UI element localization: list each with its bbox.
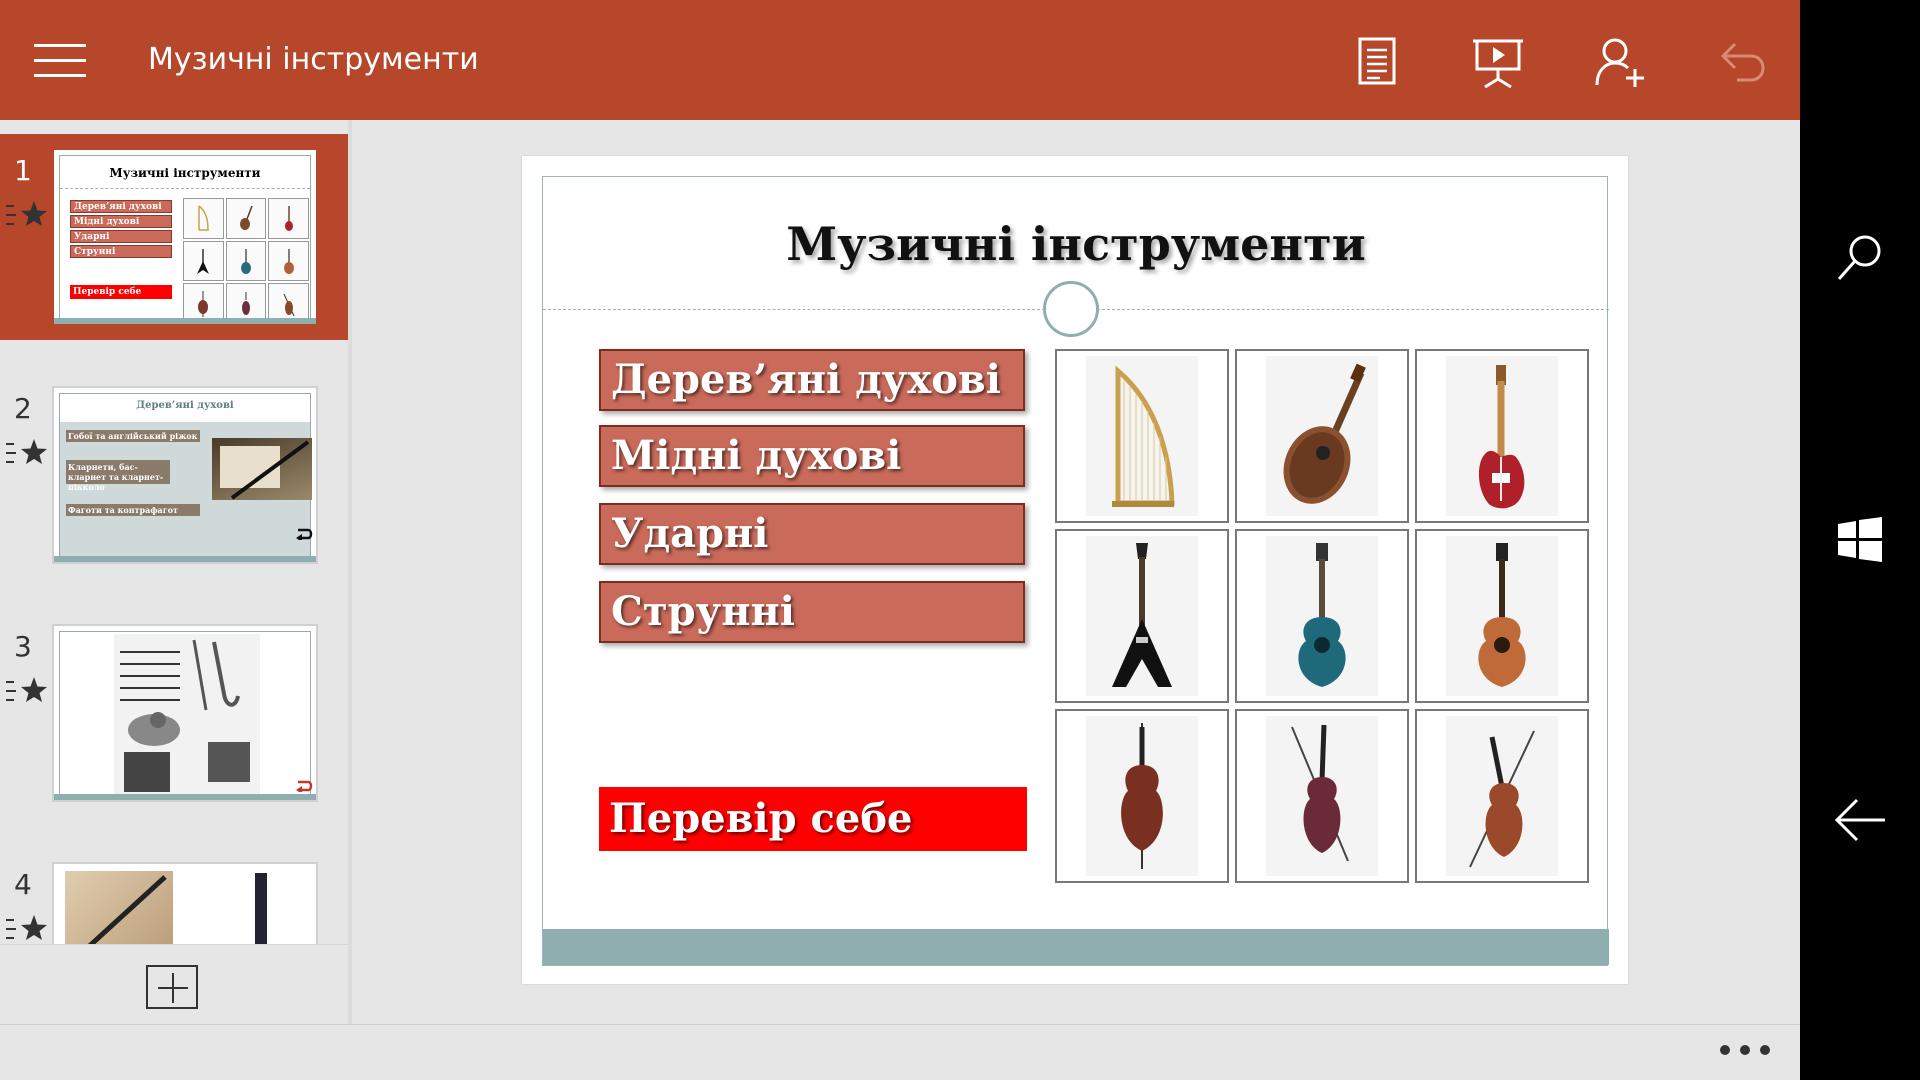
thumb-footer (54, 794, 316, 800)
slide-preview-frame (59, 631, 313, 798)
thumb-item: Фаготи та контрафагот (66, 504, 200, 516)
slide-canvas[interactable]: Музичні інструменти Дерев’яні духові Мід… (522, 156, 1628, 984)
mandolin-image[interactable] (1235, 349, 1409, 523)
cello-photo (1086, 716, 1198, 876)
system-nav-bar (1800, 0, 1920, 1080)
slide-number: 4 (14, 868, 32, 901)
harp-thumb (183, 198, 224, 239)
slide-frame: Музичні інструменти Дерев’яні духові Мід… (542, 176, 1609, 966)
thumb-item: Кларнети, бас-кларнет та кларнет-пікколо (66, 460, 170, 492)
status-bar (0, 1024, 1800, 1080)
mandolin-thumb (225, 198, 267, 239)
more-options-icon[interactable] (1720, 1035, 1770, 1065)
slide-thumbnail-pane[interactable]: 1 Музичні інструменти Дерев’яні духові М… (0, 120, 348, 944)
pane-divider[interactable] (348, 120, 352, 1026)
present-icon[interactable] (1466, 30, 1530, 94)
slide-thumbnail-2[interactable]: 2 Дерев’яні духові Гобої та англійський … (0, 372, 348, 578)
viola-image[interactable] (1415, 709, 1589, 883)
add-slide-bar (0, 944, 348, 1026)
clarinet-photo (255, 873, 267, 944)
animation-star-icon (6, 439, 47, 464)
thumb-footer (54, 556, 316, 562)
reading-view-icon[interactable] (1346, 30, 1410, 94)
thumb-item: Мідні духові (70, 215, 172, 228)
violin-photo (1266, 716, 1378, 876)
strings-category-button[interactable]: Струнні (599, 581, 1025, 643)
flying-v-guitar-image[interactable] (1055, 529, 1229, 703)
slide-title[interactable]: Музичні інструменти (543, 217, 1609, 271)
return-arrow-icon (296, 780, 313, 792)
acoustic-electric-thumb (225, 240, 267, 282)
share-icon[interactable] (1588, 30, 1652, 94)
thumb-image-grid (183, 198, 309, 324)
add-slide-button[interactable] (146, 965, 198, 1009)
undo-icon[interactable] (1710, 30, 1774, 94)
slide-preview (52, 862, 318, 944)
slide-thumbnail-4[interactable]: 4 (0, 848, 348, 944)
classical-guitar-thumb (268, 240, 309, 282)
title-bar: Музичні інструменти (0, 0, 1800, 120)
check-yourself-button[interactable]: Перевір себе (599, 787, 1027, 851)
thumb-item: Струнні (70, 245, 172, 258)
slide-footer-band (543, 929, 1609, 965)
slide-number: 2 (14, 392, 32, 425)
slide-preview (52, 624, 318, 802)
violin-image[interactable] (1235, 709, 1409, 883)
cello-image[interactable] (1055, 709, 1229, 883)
slide-preview-frame: Музичні інструменти Дерев’яні духові Мід… (59, 155, 311, 324)
thumb-title: Дерев’яні духові (136, 400, 234, 411)
mandolin-photo (1266, 356, 1378, 516)
divider (60, 188, 310, 189)
thumb-item: Гобої та англійський ріжок (66, 430, 200, 442)
document-title: Музичні інструменти (148, 42, 479, 77)
animation-star-icon (6, 677, 47, 702)
acoustic-electric-guitar-image[interactable] (1235, 529, 1409, 703)
woodwind-category-button[interactable]: Дерев’яні духові (599, 349, 1025, 411)
instrument-image-grid (1055, 349, 1589, 887)
return-arrow-icon (296, 528, 313, 540)
slide-preview: Музичні інструменти Дерев’яні духові Мід… (52, 148, 318, 326)
flying-v-guitar-photo (1086, 536, 1198, 696)
windows-icon[interactable] (1830, 510, 1890, 570)
slide-preview-frame (59, 869, 311, 944)
slide-thumbnail-3[interactable]: 3 (0, 610, 348, 816)
brass-category-button[interactable]: Мідні духові (599, 425, 1025, 487)
instruments-collage (114, 634, 260, 798)
animation-star-icon (6, 915, 47, 940)
classical-guitar-photo (1446, 536, 1558, 696)
oboe-photo (65, 871, 173, 944)
thumb-title: Музичні інструменти (109, 166, 261, 180)
animation-star-icon (6, 201, 47, 226)
percussion-category-button[interactable]: Ударні (599, 503, 1025, 565)
slide-thumbnail-1[interactable]: 1 Музичні інструменти Дерев’яні духові М… (0, 134, 348, 340)
back-icon[interactable] (1830, 790, 1890, 850)
flying-v-thumb (183, 240, 224, 282)
powerpoint-app: Музичні інструменти 1 Музичні інструмент… (0, 0, 1800, 1080)
slide-preview-frame: Дерев’яні духові Гобої та англійський рі… (59, 393, 313, 557)
electric-bass-image[interactable] (1415, 349, 1589, 523)
search-icon[interactable] (1830, 228, 1890, 288)
bass-thumb (268, 198, 309, 239)
harp-image[interactable] (1055, 349, 1229, 523)
thumb-check-button: Перевір себе (70, 285, 172, 299)
electric-bass-photo (1446, 356, 1558, 516)
thumb-item: Ударні (70, 230, 172, 243)
slide-number: 1 (14, 154, 32, 187)
thumb-item: Дерев’яні духові (70, 200, 172, 213)
harp-photo (1086, 356, 1198, 516)
slide-number: 3 (14, 630, 32, 663)
thumb-footer (54, 318, 316, 324)
viola-photo (1446, 716, 1558, 876)
acoustic-electric-guitar-photo (1266, 536, 1378, 696)
menu-icon[interactable] (34, 44, 86, 78)
classical-guitar-image[interactable] (1415, 529, 1589, 703)
slide-preview: Дерев’яні духові Гобої та англійський рі… (52, 386, 318, 564)
decorative-circle (1043, 281, 1099, 337)
oboe-photo (212, 438, 312, 500)
